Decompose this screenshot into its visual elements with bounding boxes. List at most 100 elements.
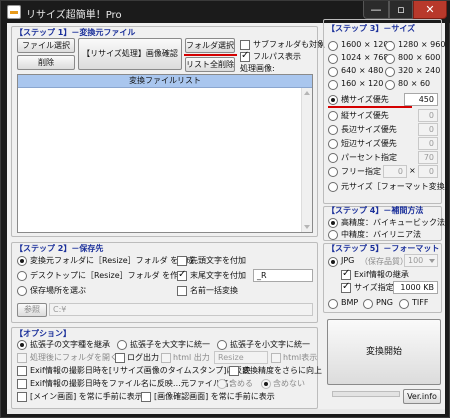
long-priority-radio[interactable] (328, 125, 338, 135)
rename-checkbox[interactable] (177, 286, 187, 296)
size-spec-label: サイズ指定 (354, 283, 394, 292)
height-value-input[interactable]: 0 (418, 109, 438, 122)
main-panel: 【ステップ 1】－変換元ファイル ファイル選択 削除 【リサイズ処理】画像確認 … (7, 19, 450, 414)
size-1280-radio[interactable] (385, 41, 395, 51)
version-info-button[interactable]: Ver.info (403, 389, 441, 404)
save-select-label: 保存場所を選ぶ (30, 286, 86, 295)
prefix-checkbox[interactable] (177, 256, 187, 266)
size-800-radio[interactable] (385, 54, 395, 64)
size-spec-checkbox[interactable] (341, 281, 351, 293)
short-priority-radio[interactable] (328, 139, 338, 149)
file-list[interactable]: 変換ファイルリスト (17, 74, 313, 233)
original-size-label: 元サイズ［フォーマット変換］ (341, 182, 450, 191)
rename-label: 名前一括変換 (190, 286, 238, 295)
html-output-label: html 出力 (173, 353, 210, 362)
width-priority-radio[interactable] (328, 95, 338, 105)
free-size-radio[interactable] (328, 167, 338, 177)
log-output-checkbox[interactable] (115, 353, 125, 363)
maximize-button[interactable]: ▫ (389, 1, 413, 19)
prefix-label: 先頭文字を付加 (190, 256, 246, 265)
file-list-scrollbar[interactable] (301, 88, 312, 232)
size-640-label: 640 × 480 (341, 66, 384, 75)
bmp-radio[interactable] (328, 299, 338, 309)
png-radio[interactable] (363, 299, 373, 309)
html-name-field[interactable]: Resize (214, 351, 268, 364)
fullpath-label: フルパス表示 (253, 52, 301, 61)
exif-keep-checkbox[interactable] (341, 268, 351, 280)
percent-value-input[interactable]: 70 (418, 151, 438, 164)
log-output-label: ログ出力 (127, 353, 159, 362)
size-spec-input[interactable]: 1000 KB (393, 281, 438, 294)
size-80-radio[interactable] (385, 80, 395, 90)
convert-start-button[interactable]: 変換開始 (327, 319, 441, 385)
free-width-input[interactable]: 0 (383, 165, 407, 178)
html-view-checkbox[interactable] (271, 353, 281, 363)
chevron-down-icon[interactable] (429, 259, 435, 263)
tiff-radio[interactable] (399, 299, 409, 309)
html-output-checkbox[interactable] (161, 353, 171, 363)
save-select-radio[interactable] (17, 286, 27, 296)
preview-front-checkbox[interactable] (141, 392, 151, 402)
processing-label: 処理画像: (240, 64, 275, 73)
app-icon (7, 5, 21, 19)
save-desktop-label: デスクトップに［Resize］フォルダ を作成 (30, 271, 187, 280)
include-original-radio[interactable] (217, 379, 227, 389)
precision-checkbox[interactable] (229, 366, 239, 376)
suffix-label: 末尾文字を付加 (190, 271, 246, 280)
size-640-radio[interactable] (328, 67, 338, 77)
bicubic-radio[interactable] (328, 218, 338, 228)
original-size-radio[interactable] (328, 182, 338, 192)
percent-radio[interactable] (328, 153, 338, 163)
save-resize-folder-radio[interactable] (17, 256, 27, 266)
main-front-checkbox[interactable] (17, 392, 27, 402)
exclude-original-radio[interactable] (261, 379, 271, 389)
delete-button[interactable]: 削除 (17, 55, 75, 70)
size-1024-radio[interactable] (328, 54, 338, 64)
exif-filename-checkbox[interactable] (17, 379, 27, 389)
bilinear-radio[interactable] (328, 230, 338, 240)
save-path-field[interactable]: C:¥ (49, 303, 313, 316)
tiff-label: TIFF (412, 298, 429, 307)
minimize-button[interactable]: — (363, 1, 389, 19)
scroll-down-icon[interactable] (304, 225, 310, 229)
ext-lower-label: 拡張子を小文字に統一 (230, 340, 310, 349)
options-title: 【オプション】 (15, 329, 71, 338)
resize-preview-button[interactable]: 【リサイズ処理】画像確認 (78, 38, 182, 70)
folder-select-button[interactable]: フォルダ選択 (185, 38, 235, 53)
file-select-button[interactable]: ファイル選択 (17, 38, 75, 53)
suffix-checkbox[interactable] (177, 269, 187, 281)
open-folder-checkbox[interactable] (17, 353, 27, 363)
size-160-radio[interactable] (328, 80, 338, 90)
step5-title: 【ステップ 5】－フォーマット (327, 244, 440, 253)
size-320-radio[interactable] (385, 67, 395, 77)
annotation-underline (184, 54, 237, 56)
free-height-input[interactable]: 0 (418, 165, 438, 178)
width-value-input[interactable]: 450 (404, 93, 438, 106)
size-160-label: 160 × 120 (341, 79, 384, 88)
exif-timestamp-checkbox[interactable] (17, 366, 27, 376)
ext-lower-radio[interactable] (217, 340, 227, 350)
height-priority-radio[interactable] (328, 111, 338, 121)
browse-button[interactable]: 参照 (17, 303, 47, 317)
subfolder-label: サブフォルダも対象 (253, 40, 325, 49)
suffix-input[interactable]: _R (253, 269, 313, 282)
subfolder-checkbox[interactable] (240, 40, 250, 50)
long-value-input[interactable]: 0 (418, 123, 438, 136)
jpg-radio[interactable] (328, 257, 338, 267)
width-priority-label: 横サイズ優先 (341, 95, 389, 104)
quality-label: （保存品質） (360, 257, 408, 266)
scroll-up-icon[interactable] (304, 91, 310, 95)
short-value-input[interactable]: 0 (418, 137, 438, 150)
clear-list-button[interactable]: リスト全削除 (185, 57, 235, 72)
fullpath-checkbox[interactable] (240, 50, 250, 62)
file-list-header: 変換ファイルリスト (18, 75, 312, 88)
ext-keep-radio[interactable] (17, 340, 27, 350)
size-80-label: 80 × 60 (398, 79, 431, 88)
close-button[interactable]: ✕ (413, 1, 447, 19)
quality-select[interactable]: 100 (404, 254, 438, 267)
free-times-label: × (409, 166, 416, 175)
long-priority-label: 長辺サイズ優先 (341, 125, 397, 134)
save-desktop-radio[interactable] (17, 271, 27, 281)
ext-upper-radio[interactable] (117, 340, 127, 350)
size-1600-radio[interactable] (328, 41, 338, 51)
